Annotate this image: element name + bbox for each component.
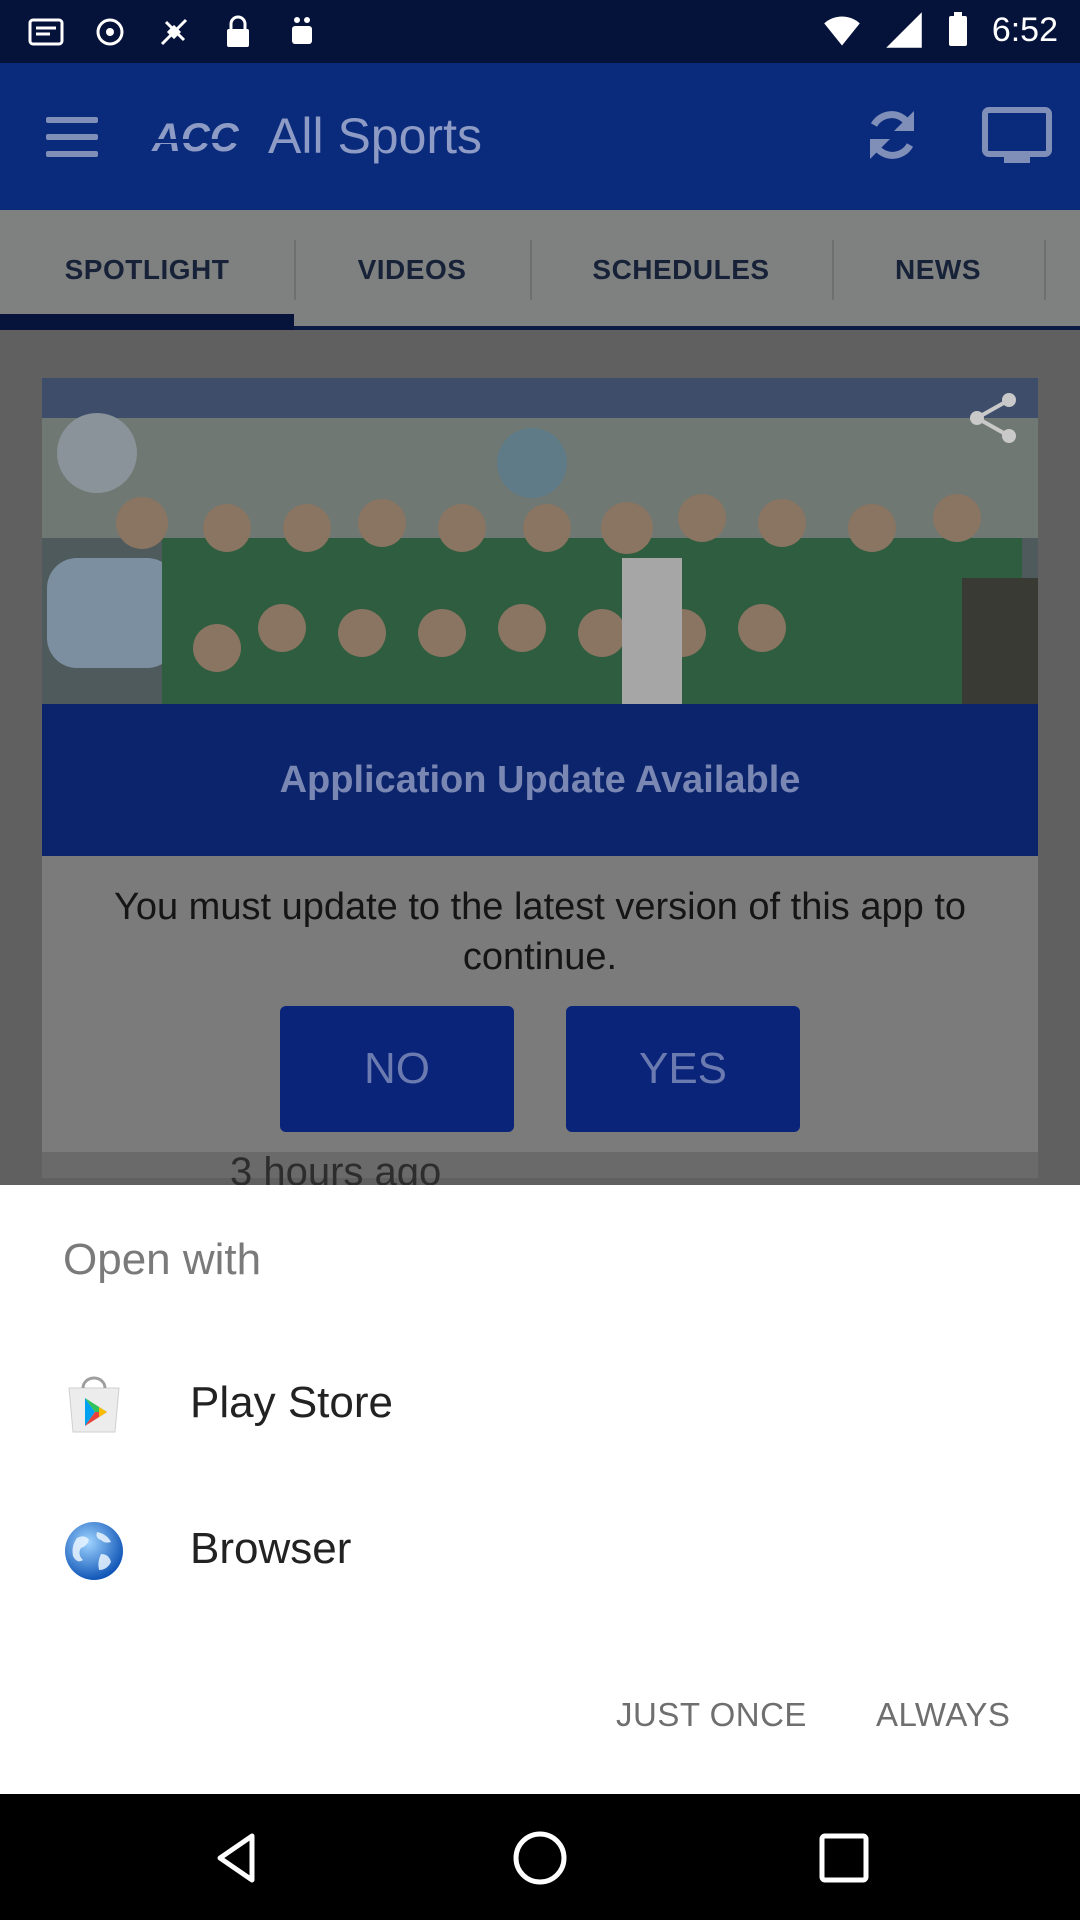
- battery-icon: [948, 12, 967, 46]
- play-store-icon: [68, 1376, 120, 1433]
- open-with-title: Open with: [63, 1235, 262, 1284]
- open-with-play-store[interactable]: Play Store: [0, 1331, 1080, 1477]
- browser-label: Browser: [190, 1524, 352, 1573]
- wifi-icon: [824, 16, 860, 46]
- lock-icon: [227, 15, 249, 47]
- home-icon[interactable]: [508, 1826, 572, 1890]
- acc-logo-text: ACC: [151, 116, 240, 159]
- acc-logo: ACC: [148, 116, 254, 159]
- satellite-icon: [160, 18, 188, 46]
- update-dialog-title: Application Update Available: [279, 758, 801, 801]
- app-bar: ACC All Sports: [0, 63, 1080, 210]
- menu-icon[interactable]: [46, 117, 98, 157]
- always-button[interactable]: ALWAYS: [876, 1675, 1010, 1755]
- app-title: All Sports: [268, 108, 482, 164]
- tab-spotlight[interactable]: SPOTLIGHT: [0, 210, 294, 330]
- back-icon[interactable]: [206, 1826, 270, 1890]
- tv-icon[interactable]: [982, 107, 1052, 167]
- share-icon[interactable]: [965, 390, 1021, 446]
- tab-schedules[interactable]: SCHEDULES: [530, 210, 832, 330]
- tab-news[interactable]: NEWS: [832, 210, 1044, 330]
- tab-bar: SPOTLIGHT VIDEOS SCHEDULES NEWS: [0, 210, 1080, 330]
- notification-icon: [28, 18, 64, 46]
- status-time: 6:52: [991, 10, 1058, 49]
- signal-icon: [886, 12, 922, 48]
- sync-icon: [96, 18, 124, 46]
- update-dialog-header: Application Update Available: [42, 704, 1038, 856]
- open-with-browser[interactable]: Browser: [0, 1477, 1080, 1623]
- team-photo[interactable]: [42, 378, 1038, 704]
- refresh-icon[interactable]: [860, 103, 924, 167]
- update-dialog-body: You must update to the latest version of…: [42, 856, 1038, 1152]
- update-dialog-message: You must update to the latest version of…: [113, 886, 967, 978]
- no-button[interactable]: NO: [280, 1006, 514, 1132]
- play-store-label: Play Store: [190, 1378, 393, 1427]
- browser-globe-icon: [65, 1522, 123, 1580]
- just-once-button[interactable]: JUST ONCE: [616, 1675, 807, 1755]
- status-bar: 6:52: [0, 0, 1080, 63]
- open-with-sheet: Open with Play Store Browser JUST ONCE A…: [0, 1185, 1080, 1794]
- tab-videos[interactable]: VIDEOS: [294, 210, 530, 330]
- android-icon: [292, 17, 312, 44]
- tab-indicator: [0, 314, 294, 330]
- yes-button[interactable]: YES: [566, 1006, 800, 1132]
- recents-icon[interactable]: [812, 1826, 876, 1890]
- navigation-bar: [0, 1794, 1080, 1920]
